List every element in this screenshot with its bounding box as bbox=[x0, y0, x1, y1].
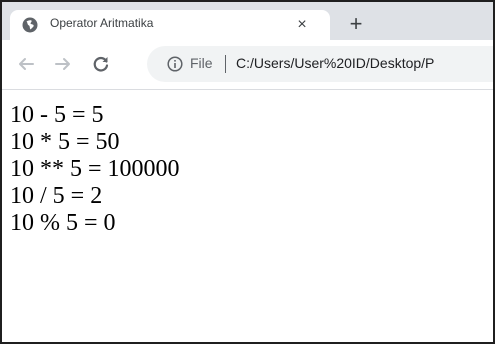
back-arrow-icon bbox=[19, 58, 34, 70]
url-text[interactable]: C:/Users/User%20ID/Desktop/P bbox=[236, 55, 434, 71]
tab-close-button[interactable]: × bbox=[292, 15, 312, 35]
info-icon[interactable] bbox=[167, 56, 183, 72]
reload-icon bbox=[93, 56, 109, 72]
result-line: 10 % 5 = 0 bbox=[10, 210, 116, 236]
result-line: 10 / 5 = 2 bbox=[10, 183, 103, 209]
result-line: 10 * 5 = 50 bbox=[10, 129, 120, 155]
forward-arrow-icon bbox=[55, 58, 70, 70]
forward-button[interactable] bbox=[51, 52, 75, 76]
tab-strip: Operator Aritmatika × + bbox=[2, 2, 493, 40]
address-separator bbox=[225, 55, 226, 73]
globe-icon bbox=[22, 17, 38, 33]
file-scheme-label: File bbox=[190, 55, 213, 71]
active-tab[interactable]: Operator Aritmatika × bbox=[10, 10, 330, 40]
page-content: 10 - 5 = 5 10 * 5 = 50 10 ** 5 = 100000 … bbox=[10, 102, 493, 237]
browser-window: Operator Aritmatika × + File C:/Users/Us… bbox=[0, 0, 495, 344]
reload-button[interactable] bbox=[89, 52, 113, 76]
toolbar: File C:/Users/User%20ID/Desktop/P bbox=[2, 40, 493, 90]
result-line: 10 - 5 = 5 bbox=[10, 102, 104, 128]
address-bar[interactable]: File C:/Users/User%20ID/Desktop/P bbox=[147, 46, 493, 82]
result-line: 10 ** 5 = 100000 bbox=[10, 156, 180, 182]
tab-title: Operator Aritmatika bbox=[50, 16, 154, 30]
back-button[interactable] bbox=[14, 52, 38, 76]
new-tab-button[interactable]: + bbox=[344, 12, 368, 36]
